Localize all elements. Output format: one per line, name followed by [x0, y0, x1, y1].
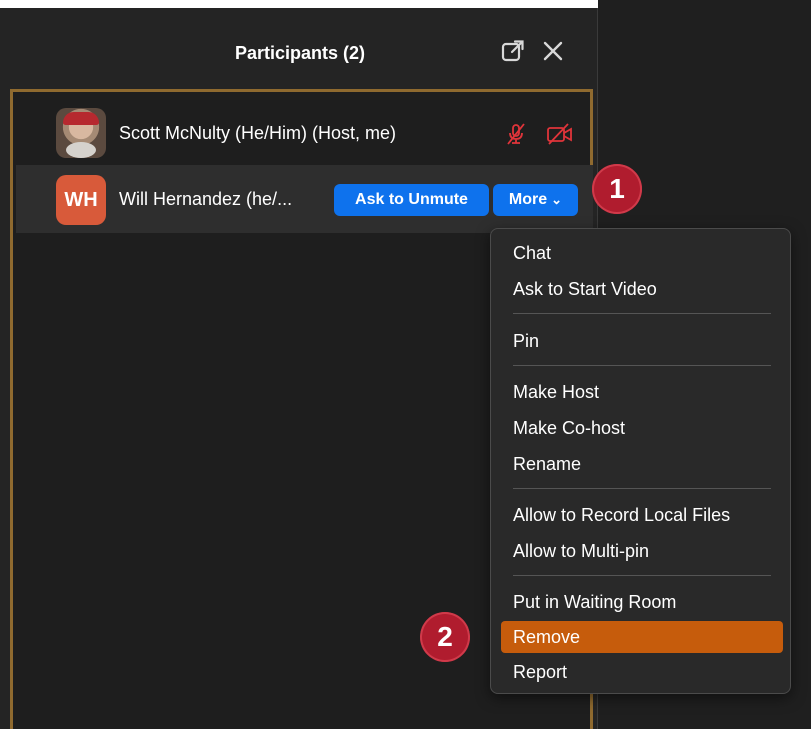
participant-name: Will Hernandez (he/... — [119, 189, 293, 209]
participant-name: Scott McNulty (He/Him) (Host, me) — [119, 123, 397, 143]
menu-item-rename[interactable]: Rename — [501, 448, 783, 480]
external-link-icon[interactable] — [498, 36, 528, 66]
menu-item-report[interactable]: Report — [501, 656, 783, 688]
menu-item-allow-multi-pin[interactable]: Allow to Multi-pin — [501, 535, 783, 567]
participant-row: WH Will Hernandez (he/... Ask to Unmute … — [16, 165, 593, 233]
more-menu: Chat Ask to Start Video Pin Make Host Ma… — [490, 228, 791, 694]
menu-item-ask-to-start-video[interactable]: Ask to Start Video — [501, 273, 783, 305]
chevron-down-icon: ⌄ — [551, 192, 563, 207]
step-badge: 1 — [592, 164, 642, 214]
menu-item-make-co-host[interactable]: Make Co-host — [501, 412, 783, 444]
menu-item-pin[interactable]: Pin — [501, 325, 783, 357]
step-badge: 2 — [420, 612, 470, 662]
menu-divider — [513, 313, 771, 314]
more-button[interactable]: More ⌄ — [493, 184, 578, 216]
avatar — [56, 108, 106, 158]
menu-item-make-host[interactable]: Make Host — [501, 376, 783, 408]
menu-divider — [513, 575, 771, 576]
menu-item-remove[interactable]: Remove — [501, 621, 783, 653]
menu-item-allow-record-local-files[interactable]: Allow to Record Local Files — [501, 499, 783, 531]
top-edge — [0, 0, 598, 8]
panel-title: Participants (2) — [234, 43, 366, 63]
participant-row: Scott McNulty (He/Him) (Host, me) — [16, 102, 593, 164]
more-button-label: More — [508, 191, 548, 208]
mic-muted-icon[interactable] — [504, 122, 528, 146]
menu-item-chat[interactable]: Chat — [501, 237, 783, 269]
video-off-icon[interactable] — [546, 122, 574, 146]
avatar: WH — [56, 175, 106, 225]
menu-divider — [513, 365, 771, 366]
ask-to-unmute-button[interactable]: Ask to Unmute — [334, 184, 489, 216]
menu-divider — [513, 488, 771, 489]
menu-item-put-in-waiting-room[interactable]: Put in Waiting Room — [501, 586, 783, 618]
close-icon[interactable] — [538, 36, 568, 66]
